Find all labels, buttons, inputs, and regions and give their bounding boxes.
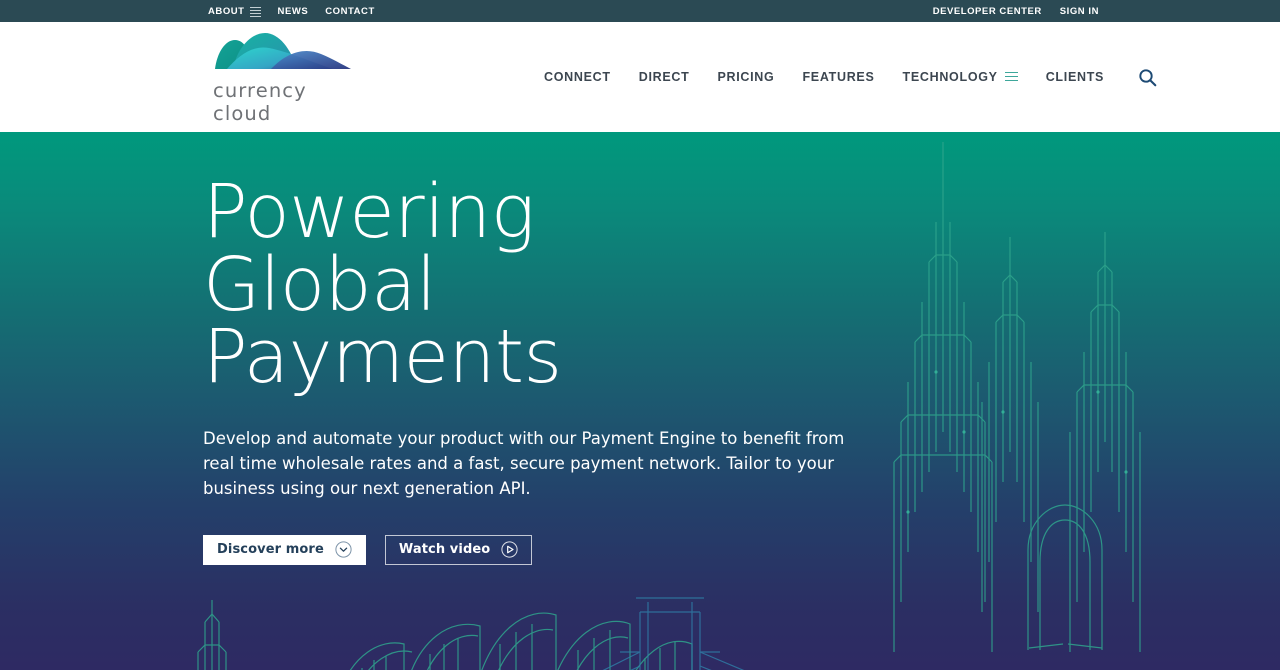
topbar-link-sign-in[interactable]: SIGN IN [1060, 6, 1099, 17]
topbar-link-news[interactable]: NEWS [278, 6, 309, 17]
nav-item-features[interactable]: FEATURES [802, 70, 874, 84]
hero-title-line-2: Payments [203, 314, 562, 401]
nav-item-clients[interactable]: CLIENTS [1046, 70, 1104, 84]
nav-item-connect[interactable]: CONNECT [544, 70, 611, 84]
logo-text: currency cloud [213, 79, 307, 125]
topbar-link-contact[interactable]: CONTACT [325, 6, 375, 17]
hero-cta-group: Discover more Watch video [203, 534, 1280, 565]
watch-video-button[interactable]: Watch video [384, 534, 533, 565]
top-utility-bar: ABOUT NEWS CONTACT DEVELOPER CENTER SIGN… [0, 0, 1280, 22]
hero-section: Powering Global Payments Develop and aut… [0, 132, 1280, 670]
nav-item-pricing[interactable]: PRICING [717, 70, 774, 84]
topbar-link-about[interactable]: ABOUT [208, 6, 261, 17]
nav-item-technology[interactable]: TECHNOLOGY [903, 70, 1018, 84]
site-header: currency cloud CONNECT DIRECT PRICING FE… [0, 22, 1280, 132]
discover-more-button[interactable]: Discover more [203, 534, 366, 565]
nav-item-technology-label: TECHNOLOGY [902, 70, 998, 84]
topbar-link-about-label: ABOUT [208, 5, 245, 17]
chevron-down-circle-icon [335, 541, 352, 558]
main-navigation: CONNECT DIRECT PRICING FEATURES TECHNOLO… [544, 68, 1157, 87]
hero-subtitle: Develop and automate your product with o… [203, 428, 845, 498]
hero-title: Powering Global Payments [203, 175, 723, 394]
search-icon [1139, 68, 1157, 86]
play-circle-icon [501, 541, 518, 558]
hero-content: Powering Global Payments Develop and aut… [0, 132, 1280, 565]
logo-mark-icon [215, 33, 351, 69]
hero-title-line-1: Powering Global [203, 169, 535, 328]
menu-icon[interactable] [1004, 71, 1018, 83]
top-utility-left-links: ABOUT NEWS CONTACT [208, 6, 375, 17]
logo[interactable]: currency cloud [213, 29, 363, 125]
search-button[interactable] [1138, 68, 1157, 87]
top-utility-right-links: DEVELOPER CENTER SIGN IN [933, 6, 1099, 17]
nav-item-direct[interactable]: DIRECT [639, 70, 690, 84]
watch-video-label: Watch video [398, 542, 491, 558]
discover-more-label: Discover more [217, 542, 324, 558]
menu-icon[interactable] [249, 6, 261, 17]
topbar-link-developer-center[interactable]: DEVELOPER CENTER [933, 6, 1042, 17]
